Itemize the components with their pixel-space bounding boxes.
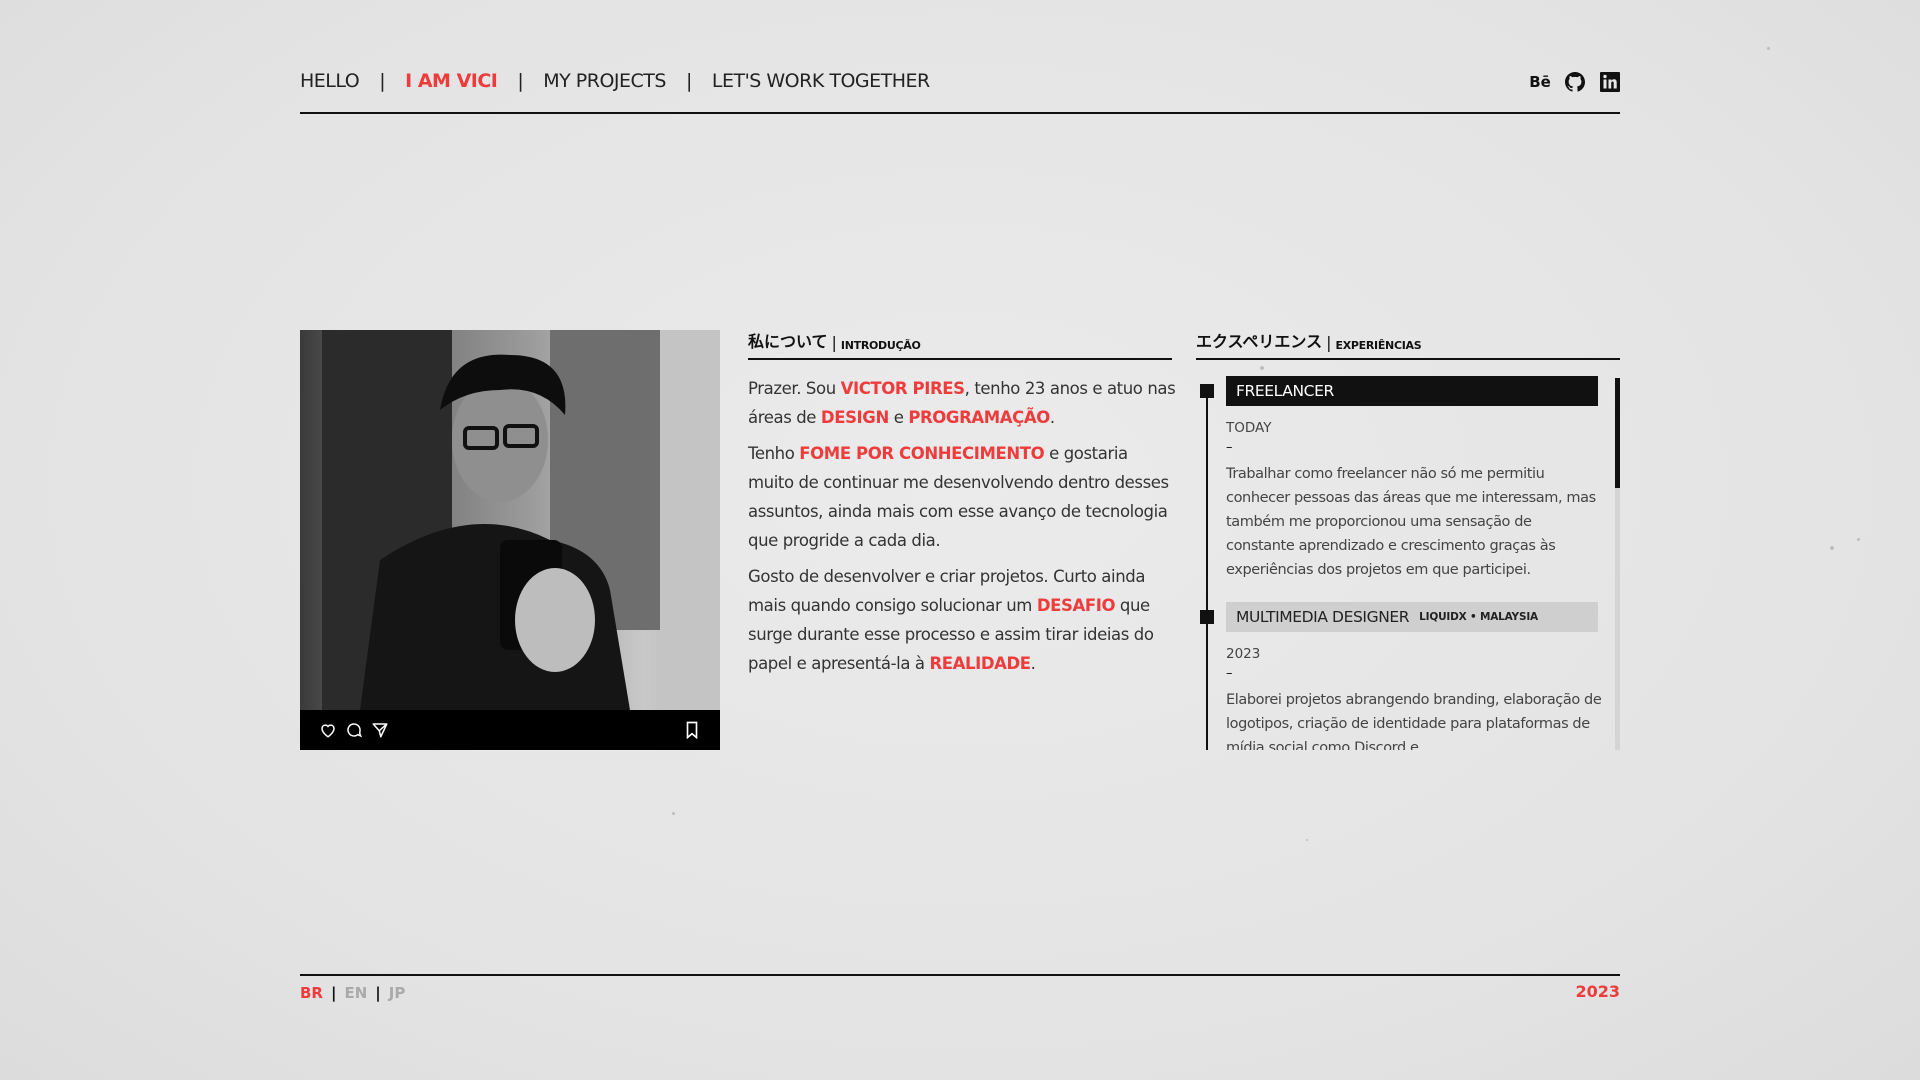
- send-icon[interactable]: [370, 720, 390, 740]
- footer-year: 2023: [1575, 982, 1620, 1001]
- timeline-marker: [1200, 610, 1214, 624]
- about-paragraph-3: Gosto de desenvolver e criar projetos. C…: [748, 562, 1178, 678]
- highlight-knowledge: FOME POR CONHECIMENTO: [799, 444, 1045, 463]
- bookmark-icon[interactable]: [682, 720, 702, 740]
- text: .: [1049, 408, 1055, 427]
- nav-separator: |: [685, 70, 692, 92]
- decor-dot: [1830, 546, 1834, 550]
- highlight-programming: PROGRAMAÇÃO: [908, 408, 1050, 427]
- behance-icon[interactable]: Bē: [1529, 72, 1551, 92]
- social-links: Bē: [1529, 70, 1620, 94]
- decor-dot: [1857, 538, 1860, 541]
- github-icon[interactable]: [1565, 72, 1585, 92]
- nav-links: HELLO | I AM VICI | MY PROJECTS | LET'S …: [300, 70, 930, 92]
- highlight-name: VICTOR PIRES: [840, 379, 965, 398]
- job-company: LIQUIDX • MALAYSIA: [1419, 611, 1538, 623]
- lang-br[interactable]: BR: [300, 984, 323, 1002]
- photo-actions-bar: [300, 710, 720, 750]
- job-dash: –: [1226, 440, 1233, 455]
- highlight-challenge: DESAFIO: [1036, 596, 1116, 615]
- about-paragraph-2: Tenho FOME POR CONHECIMENTO e gostaria m…: [748, 439, 1178, 555]
- nav-separator: |: [379, 70, 386, 92]
- job-title-bar: FREELANCER: [1226, 376, 1598, 406]
- nav-separator: |: [517, 70, 524, 92]
- decor-dot: [1260, 366, 1264, 370]
- nav-hello[interactable]: HELLO: [300, 70, 360, 92]
- experience-list[interactable]: FREELANCER TODAY – Trabalhar como freela…: [1196, 374, 1620, 750]
- about-paragraph-1: Prazer. Sou VICTOR PIRES, tenho 23 anos …: [748, 374, 1178, 432]
- about-heading-jp: 私について: [748, 332, 828, 351]
- about-heading: 私について | INTRODUÇÃO: [748, 330, 1172, 360]
- decor-dot: [1306, 839, 1308, 841]
- scrollbar-thumb[interactable]: [1615, 378, 1620, 488]
- decor-dot: [672, 812, 675, 815]
- text: e: [888, 408, 909, 427]
- highlight-design: DESIGN: [820, 408, 889, 427]
- heading-separator: |: [831, 333, 837, 352]
- comment-icon[interactable]: [344, 720, 364, 740]
- timeline-line: [1206, 390, 1208, 750]
- job-dash: –: [1226, 666, 1233, 681]
- nav-my-projects[interactable]: MY PROJECTS: [543, 70, 666, 92]
- footer: BR | EN | JP 2023: [300, 974, 1620, 1002]
- job-date: 2023: [1226, 646, 1261, 662]
- timeline-marker: [1200, 384, 1214, 398]
- about-heading-sub: INTRODUÇÃO: [840, 339, 921, 352]
- job-title: FREELANCER: [1236, 382, 1334, 400]
- job-title-bar: MULTIMEDIA DESIGNER LIQUIDX • MALAYSIA: [1226, 602, 1598, 632]
- profile-photo: [300, 330, 720, 710]
- job-title: MULTIMEDIA DESIGNER: [1236, 608, 1410, 626]
- linkedin-icon[interactable]: [1600, 72, 1620, 92]
- nav-i-am-vici[interactable]: I AM VICI: [405, 70, 498, 92]
- language-switcher: BR | EN | JP: [300, 984, 405, 1002]
- photo-card: [300, 330, 720, 750]
- top-nav: HELLO | I AM VICI | MY PROJECTS | LET'S …: [300, 70, 1620, 114]
- about-text: Prazer. Sou VICTOR PIRES, tenho 23 anos …: [748, 374, 1178, 685]
- nav-lets-work-together[interactable]: LET'S WORK TOGETHER: [712, 70, 930, 92]
- experience-heading: エクスペリエンス | EXPERIÊNCIAS: [1196, 330, 1620, 360]
- text: Prazer. Sou: [748, 379, 841, 398]
- job-date: TODAY: [1226, 420, 1272, 436]
- job-description: Elaborei projetos abrangendo branding, e…: [1226, 692, 1602, 750]
- highlight-reality: REALIDADE: [929, 654, 1031, 673]
- experience-heading-sub: EXPERIÊNCIAS: [1335, 339, 1422, 352]
- lang-en[interactable]: EN: [344, 984, 367, 1002]
- decor-dot: [1767, 47, 1770, 50]
- lang-separator: |: [330, 984, 337, 1002]
- lang-separator: |: [375, 984, 381, 1002]
- text: Tenho: [748, 444, 800, 463]
- job-description: Trabalhar como freelancer não só me perm…: [1226, 466, 1596, 578]
- heading-separator: |: [1326, 333, 1332, 352]
- experience-heading-jp: エクスペリエンス: [1196, 332, 1323, 351]
- lang-jp[interactable]: JP: [389, 984, 406, 1002]
- text: .: [1030, 654, 1036, 673]
- heart-icon[interactable]: [318, 720, 338, 740]
